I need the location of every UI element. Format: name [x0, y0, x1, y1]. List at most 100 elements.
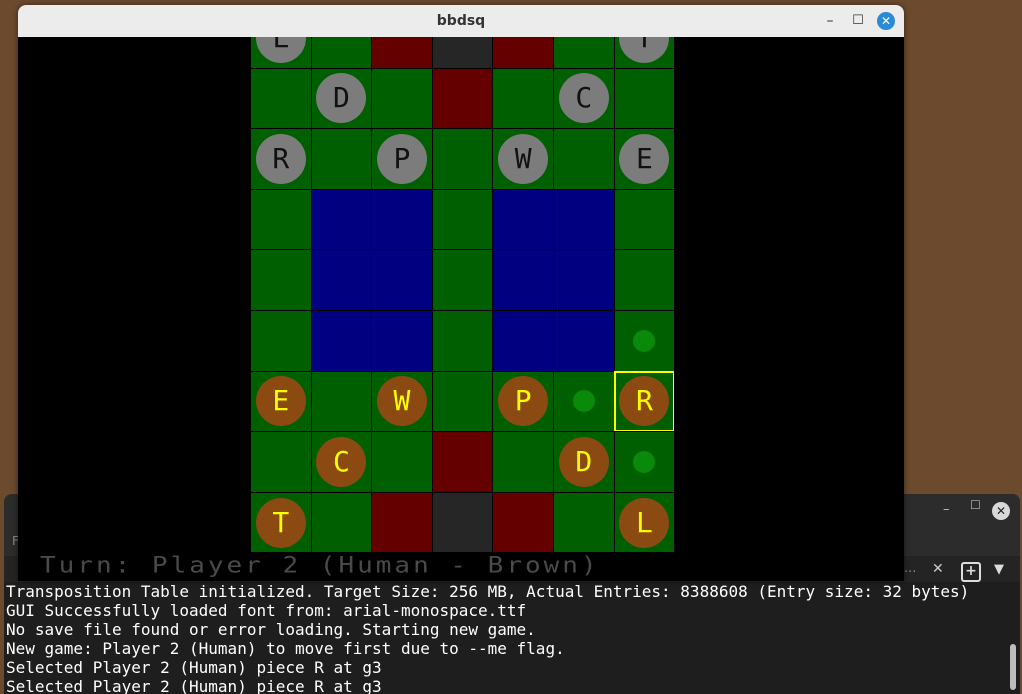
board-cell[interactable]	[250, 188, 312, 251]
board-cell[interactable]	[492, 310, 554, 372]
terminal-close-button[interactable]: ✕	[992, 502, 1010, 520]
board-cell[interactable]	[431, 37, 494, 69]
board-cell[interactable]	[371, 249, 433, 311]
terminal-output[interactable]: Transposition Table initialized. Target …	[4, 582, 1020, 694]
board-cell[interactable]	[371, 188, 433, 251]
maximize-button[interactable]: ☐	[848, 5, 868, 37]
board-cell[interactable]: E	[250, 370, 312, 433]
piece-gray[interactable]: T	[619, 37, 670, 63]
terminal-maximize-button[interactable]: ☐	[970, 498, 981, 512]
board-cell[interactable]: R	[250, 128, 312, 190]
board-cell[interactable]	[250, 249, 312, 311]
piece-brown[interactable]: R	[619, 376, 670, 427]
board-cell[interactable]	[431, 310, 494, 372]
board-cell[interactable]	[492, 188, 554, 251]
board-cell[interactable]	[553, 249, 615, 311]
board-cell[interactable]	[371, 491, 433, 554]
terminal-line: New game: Player 2 (Human) to move first…	[6, 639, 565, 658]
piece-gray[interactable]: E	[619, 133, 670, 184]
terminal-line: Selected Player 2 (Human) piece R at g3	[6, 658, 382, 677]
move-hint-dot[interactable]	[572, 390, 595, 413]
board-cell[interactable]: W	[371, 370, 433, 433]
terminal-tab-ellipsis[interactable]: ...	[904, 561, 916, 576]
board-cell[interactable]: C	[553, 67, 615, 130]
board-cell[interactable]	[371, 67, 433, 130]
board-cell-selected[interactable]: R	[613, 370, 674, 433]
minimize-button[interactable]: –	[820, 5, 840, 37]
piece-gray[interactable]: P	[376, 133, 427, 184]
new-tab-button[interactable]: +	[961, 562, 981, 582]
piece-brown[interactable]: D	[558, 436, 609, 487]
piece-brown[interactable]: L	[619, 497, 670, 548]
board-cell[interactable]	[553, 128, 615, 190]
piece-gray[interactable]: C	[558, 73, 609, 124]
board-cell[interactable]	[553, 37, 615, 69]
move-hint-dot[interactable]	[633, 450, 656, 473]
board-cell[interactable]	[613, 431, 674, 493]
board-cell[interactable]	[310, 491, 373, 554]
board-cell[interactable]	[553, 370, 615, 433]
board-cell[interactable]	[613, 249, 674, 311]
board-cell[interactable]: T	[250, 491, 312, 554]
board-cell[interactable]	[310, 249, 373, 311]
board-cell[interactable]	[431, 128, 494, 190]
board-cell[interactable]: D	[553, 431, 615, 493]
board-cell[interactable]	[310, 188, 373, 251]
close-button[interactable]: ✕	[877, 12, 895, 30]
board-cell[interactable]	[371, 310, 433, 372]
game-canvas[interactable]: L T D C R P W E E W P R C D T L Turn: Player 2 (Human -…	[18, 37, 904, 581]
board-cell[interactable]: W	[492, 128, 554, 190]
board-cell[interactable]: L	[250, 37, 312, 69]
board-cell[interactable]	[553, 188, 615, 251]
board-cell[interactable]: P	[371, 128, 433, 190]
piece-gray[interactable]: W	[498, 133, 549, 184]
board-cell[interactable]	[613, 310, 674, 372]
board-cell[interactable]	[310, 37, 373, 69]
terminal-minimize-button[interactable]: –	[943, 502, 950, 517]
board-cell[interactable]	[492, 249, 554, 311]
board-cell[interactable]	[553, 310, 615, 372]
piece-brown[interactable]: P	[498, 376, 549, 427]
board-cell[interactable]: L	[613, 491, 674, 554]
board-cell[interactable]	[492, 491, 554, 554]
board-cell[interactable]	[553, 491, 615, 554]
title-bar[interactable]: bbdsq – ☐ ✕	[18, 5, 904, 38]
board-cell[interactable]	[431, 370, 494, 433]
piece-gray[interactable]: L	[255, 37, 306, 63]
board-cell[interactable]	[492, 67, 554, 130]
board-cell[interactable]	[492, 431, 554, 493]
board-cell[interactable]	[371, 37, 433, 69]
board-cell[interactable]: C	[310, 431, 373, 493]
board-cell[interactable]	[431, 67, 494, 130]
move-hint-dot[interactable]	[633, 329, 656, 352]
piece-brown[interactable]: C	[316, 436, 367, 487]
piece-brown[interactable]: W	[376, 376, 427, 427]
board-cell[interactable]	[613, 188, 674, 251]
piece-gray[interactable]: R	[255, 133, 306, 184]
board-cell[interactable]	[250, 310, 312, 372]
piece-brown[interactable]: E	[255, 376, 306, 427]
board-cell[interactable]: D	[310, 67, 373, 130]
board-cell[interactable]	[371, 431, 433, 493]
board-cell[interactable]	[431, 431, 494, 493]
terminal-scrollbar[interactable]	[1010, 644, 1016, 690]
board-cell[interactable]: P	[492, 370, 554, 433]
terminal-line: Selected Player 2 (Human) piece R at g3	[6, 677, 382, 694]
board-cell[interactable]	[250, 431, 312, 493]
piece-gray[interactable]: D	[316, 73, 367, 124]
board-cell[interactable]	[431, 188, 494, 251]
game-board[interactable]: L T D C R P W E E W P R C D T L	[250, 37, 674, 581]
chevron-down-icon[interactable]: ▼	[994, 562, 1004, 577]
board-cell[interactable]: E	[613, 128, 674, 190]
board-cell[interactable]	[613, 67, 674, 130]
board-cell[interactable]	[492, 37, 554, 69]
board-cell[interactable]	[431, 491, 494, 554]
board-cell[interactable]	[310, 310, 373, 372]
piece-brown[interactable]: T	[255, 497, 306, 548]
board-cell[interactable]	[431, 249, 494, 311]
board-cell[interactable]: T	[613, 37, 674, 69]
board-cell[interactable]	[310, 128, 373, 190]
board-cell[interactable]	[250, 67, 312, 130]
terminal-tab-close-icon[interactable]: ✕	[932, 561, 944, 577]
board-cell[interactable]	[310, 370, 373, 433]
